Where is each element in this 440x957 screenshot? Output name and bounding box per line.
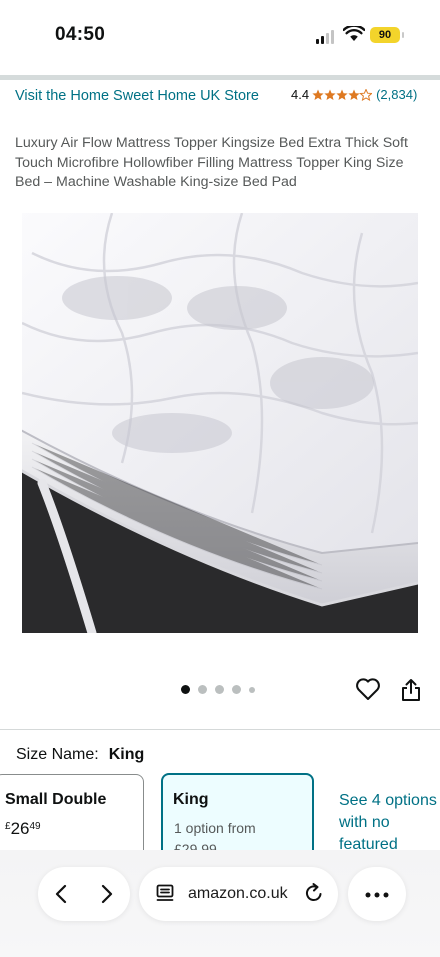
battery-indicator: 90 [370, 27, 400, 43]
carousel-dot[interactable] [249, 686, 255, 693]
share-icon[interactable] [400, 678, 422, 702]
forward-icon[interactable] [99, 884, 115, 904]
product-title: Luxury Air Flow Mattress Topper Kingsize… [15, 135, 408, 190]
battery-tip [402, 32, 404, 38]
browser-nav-group [38, 867, 130, 921]
header-divider [0, 75, 440, 80]
reload-icon[interactable] [303, 882, 325, 904]
back-icon[interactable] [53, 884, 69, 904]
more-dots-icon [365, 892, 389, 898]
store-link[interactable]: Visit the Home Sweet Home UK Store [15, 86, 265, 106]
cellular-signal-icon [316, 30, 338, 44]
size-option-price: £2649 [5, 819, 41, 838]
size-selector-label: Size Name: King [16, 746, 144, 764]
see-more-options-link[interactable]: See 4 options with no featured [339, 790, 440, 856]
size-option-name: King [173, 791, 209, 808]
carousel-dot[interactable] [181, 685, 190, 694]
status-bar: 04:50 90 [0, 0, 440, 70]
carousel-dot[interactable] [215, 685, 224, 694]
status-time: 04:50 [55, 24, 106, 45]
star-rating-icon [312, 88, 373, 101]
url-text: amazon.co.uk [188, 885, 288, 902]
carousel-dot[interactable] [232, 685, 241, 694]
size-option-name: Small Double [5, 791, 107, 808]
product-image[interactable] [22, 213, 418, 633]
more-options-button[interactable] [348, 867, 406, 921]
carousel-dot[interactable] [198, 685, 207, 694]
image-carousel-dots[interactable] [181, 685, 263, 694]
rating-summary[interactable]: 4.4 (2,834) [291, 87, 417, 102]
section-divider [0, 729, 440, 730]
reader-mode-icon[interactable] [156, 884, 174, 902]
size-name-key: Size Name: [16, 746, 99, 763]
heart-icon[interactable] [355, 677, 381, 701]
wifi-icon [343, 26, 365, 41]
rating-count: (2,834) [376, 87, 418, 102]
size-name-value: King [108, 746, 145, 763]
rating-value: 4.4 [291, 87, 310, 102]
address-bar[interactable]: amazon.co.uk [139, 867, 338, 921]
